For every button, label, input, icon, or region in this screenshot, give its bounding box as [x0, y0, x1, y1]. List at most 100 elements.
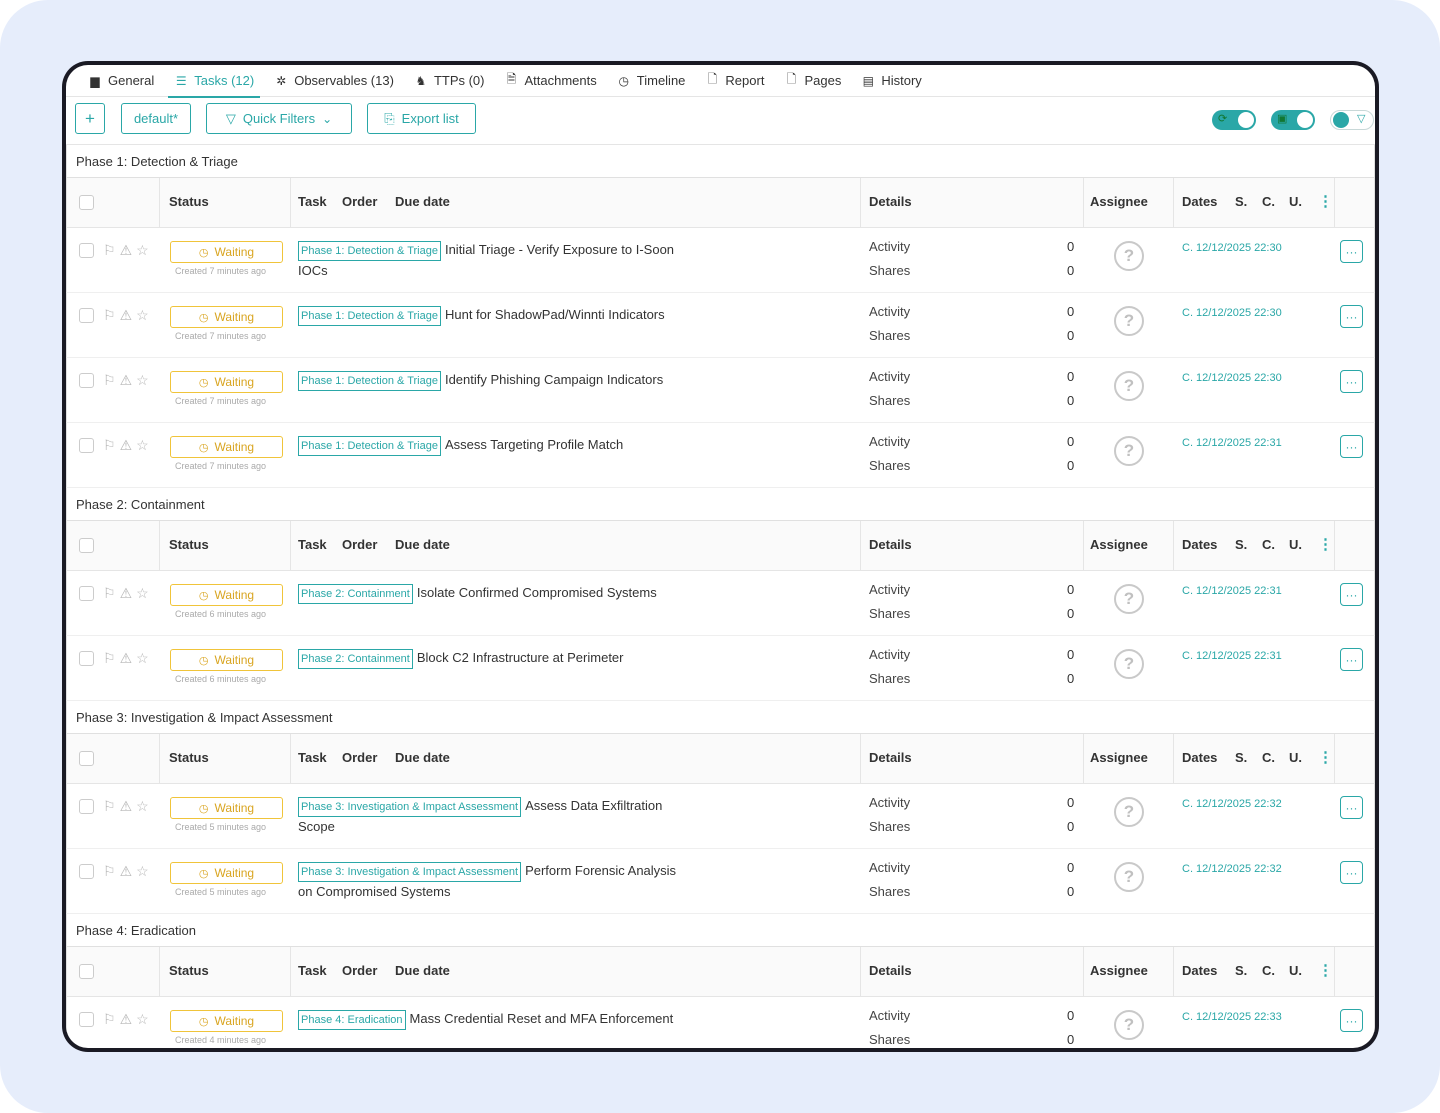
- status-badge[interactable]: ◷ Waiting: [170, 797, 283, 819]
- status-badge[interactable]: ◷ Waiting: [170, 584, 283, 606]
- select-all-checkbox[interactable]: [79, 195, 94, 210]
- column-header-u[interactable]: U.: [1289, 537, 1302, 552]
- star-icon[interactable]: ☆: [136, 437, 153, 453]
- column-header-assignee[interactable]: Assignee: [1090, 194, 1148, 209]
- auto-refresh-toggle[interactable]: ⟳: [1212, 110, 1256, 130]
- warning-icon[interactable]: ⚠: [120, 437, 137, 453]
- more-actions-button[interactable]: ···: [1340, 796, 1363, 819]
- more-actions-button[interactable]: ···: [1340, 648, 1363, 671]
- star-icon[interactable]: ☆: [136, 585, 153, 601]
- row-checkbox[interactable]: [79, 864, 94, 879]
- column-header-s[interactable]: S.: [1235, 194, 1247, 209]
- column-header-s[interactable]: S.: [1235, 750, 1247, 765]
- more-actions-button[interactable]: ···: [1340, 435, 1363, 458]
- task-title[interactable]: Identify Phishing Campaign Indicators: [445, 372, 663, 387]
- row-checkbox[interactable]: [79, 1012, 94, 1027]
- status-badge[interactable]: ◷ Waiting: [170, 1010, 283, 1032]
- unassigned-avatar[interactable]: ?: [1114, 371, 1144, 401]
- warning-icon[interactable]: ⚠: [120, 1011, 137, 1027]
- row-checkbox[interactable]: [79, 799, 94, 814]
- tab-ttps[interactable]: ♞ TTPs (0): [404, 65, 495, 97]
- phase-tag[interactable]: Phase 3: Investigation & Impact Assessme…: [298, 797, 522, 817]
- tab-general[interactable]: ▆ General: [78, 65, 164, 97]
- export-list-button[interactable]: ⎘ Export list: [367, 103, 476, 134]
- phase-tag[interactable]: Phase 1: Detection & Triage: [298, 241, 441, 261]
- task-title[interactable]: Assess Targeting Profile Match: [445, 437, 623, 452]
- more-actions-button[interactable]: ···: [1340, 583, 1363, 606]
- more-actions-button[interactable]: ···: [1340, 240, 1363, 263]
- column-header-due[interactable]: Due date: [395, 963, 450, 978]
- tab-report[interactable]: 🗋 Report: [695, 65, 774, 97]
- tab-tasks[interactable]: ☰ Tasks (12): [164, 65, 264, 98]
- phase-tag[interactable]: Phase 3: Investigation & Impact Assessme…: [298, 862, 522, 882]
- unassigned-avatar[interactable]: ?: [1114, 1010, 1144, 1040]
- column-header-u[interactable]: U.: [1289, 750, 1302, 765]
- tab-pages[interactable]: 🗋 Pages: [774, 65, 851, 97]
- column-menu-icon[interactable]: ⋮: [1318, 748, 1333, 766]
- warning-icon[interactable]: ⚠: [120, 242, 137, 258]
- column-header-task[interactable]: Task: [298, 750, 327, 765]
- column-header-task[interactable]: Task: [298, 194, 327, 209]
- column-header-dates[interactable]: Dates: [1182, 194, 1217, 209]
- column-header-dates[interactable]: Dates: [1182, 537, 1217, 552]
- tab-attachments[interactable]: 🗎 Attachments: [495, 65, 607, 97]
- column-header-c[interactable]: C.: [1262, 194, 1275, 209]
- column-header-details[interactable]: Details: [869, 194, 912, 209]
- star-icon[interactable]: ☆: [136, 242, 153, 258]
- column-header-order[interactable]: Order: [342, 750, 377, 765]
- column-header-order[interactable]: Order: [342, 963, 377, 978]
- task-title[interactable]: Isolate Confirmed Compromised Systems: [417, 585, 657, 600]
- row-checkbox[interactable]: [79, 651, 94, 666]
- column-header-status[interactable]: Status: [169, 537, 209, 552]
- column-header-due[interactable]: Due date: [395, 750, 450, 765]
- column-header-s[interactable]: S.: [1235, 537, 1247, 552]
- more-actions-button[interactable]: ···: [1340, 305, 1363, 328]
- column-header-due[interactable]: Due date: [395, 537, 450, 552]
- column-header-details[interactable]: Details: [869, 750, 912, 765]
- flag-icon[interactable]: ⚐: [103, 798, 120, 814]
- task-title[interactable]: Block C2 Infrastructure at Perimeter: [417, 650, 624, 665]
- column-menu-icon[interactable]: ⋮: [1318, 192, 1333, 210]
- row-checkbox[interactable]: [79, 243, 94, 258]
- flag-icon[interactable]: ⚐: [103, 307, 120, 323]
- unassigned-avatar[interactable]: ?: [1114, 584, 1144, 614]
- status-badge[interactable]: ◷ Waiting: [170, 371, 283, 393]
- status-badge[interactable]: ◷ Waiting: [170, 241, 283, 263]
- warning-icon[interactable]: ⚠: [120, 863, 137, 879]
- unassigned-avatar[interactable]: ?: [1114, 241, 1144, 271]
- task-title[interactable]: Mass Credential Reset and MFA Enforcemen…: [410, 1011, 674, 1026]
- warning-icon[interactable]: ⚠: [120, 798, 137, 814]
- star-icon[interactable]: ☆: [136, 798, 153, 814]
- column-menu-icon[interactable]: ⋮: [1318, 535, 1333, 553]
- filter-preset-button[interactable]: default*: [121, 103, 191, 134]
- column-header-order[interactable]: Order: [342, 537, 377, 552]
- flag-icon[interactable]: ⚐: [103, 863, 120, 879]
- row-checkbox[interactable]: [79, 373, 94, 388]
- phase-tag[interactable]: Phase 2: Containment: [298, 584, 413, 604]
- column-header-u[interactable]: U.: [1289, 963, 1302, 978]
- row-checkbox[interactable]: [79, 308, 94, 323]
- select-all-checkbox[interactable]: [79, 964, 94, 979]
- star-icon[interactable]: ☆: [136, 650, 153, 666]
- star-icon[interactable]: ☆: [136, 372, 153, 388]
- column-header-status[interactable]: Status: [169, 750, 209, 765]
- warning-icon[interactable]: ⚠: [120, 650, 137, 666]
- select-all-checkbox[interactable]: [79, 751, 94, 766]
- phase-tag[interactable]: Phase 4: Eradication: [298, 1010, 406, 1030]
- column-header-s[interactable]: S.: [1235, 963, 1247, 978]
- column-header-details[interactable]: Details: [869, 537, 912, 552]
- flag-icon[interactable]: ⚐: [103, 1011, 120, 1027]
- column-header-dates[interactable]: Dates: [1182, 750, 1217, 765]
- column-header-assignee[interactable]: Assignee: [1090, 537, 1148, 552]
- status-badge[interactable]: ◷ Waiting: [170, 436, 283, 458]
- column-header-dates[interactable]: Dates: [1182, 963, 1217, 978]
- column-header-status[interactable]: Status: [169, 194, 209, 209]
- flag-icon[interactable]: ⚐: [103, 650, 120, 666]
- unassigned-avatar[interactable]: ?: [1114, 306, 1144, 336]
- column-header-status[interactable]: Status: [169, 963, 209, 978]
- column-header-task[interactable]: Task: [298, 537, 327, 552]
- filter-toggle[interactable]: ▽: [1330, 110, 1374, 130]
- column-header-details[interactable]: Details: [869, 963, 912, 978]
- phase-tag[interactable]: Phase 1: Detection & Triage: [298, 371, 441, 391]
- status-badge[interactable]: ◷ Waiting: [170, 649, 283, 671]
